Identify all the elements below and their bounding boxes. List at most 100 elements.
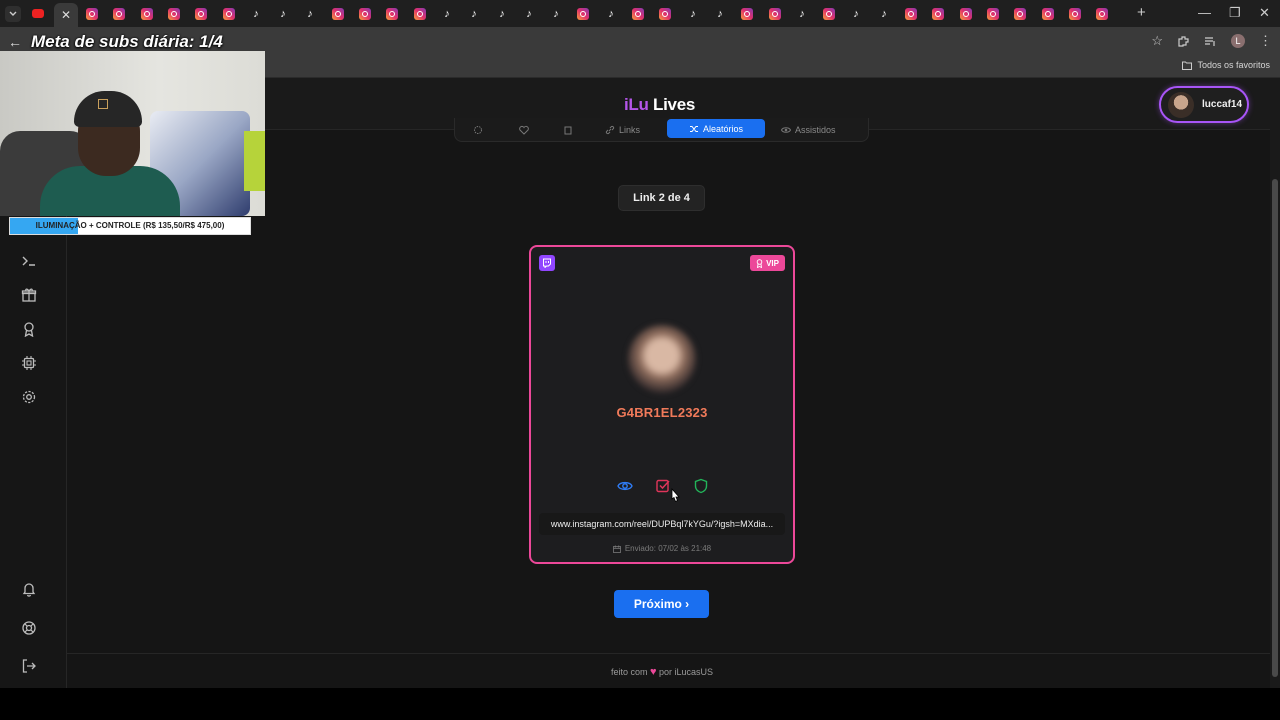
tab-settings[interactable]: [473, 122, 483, 137]
link-counter: Link 2 de 4: [618, 185, 705, 211]
tiktok-tab[interactable]: ♪: [250, 8, 262, 20]
tiktok-tab[interactable]: ♪: [468, 8, 480, 20]
instagram-tab[interactable]: [195, 8, 207, 20]
heart-icon: [519, 125, 529, 135]
cap-logo: [98, 99, 108, 109]
gear-icon: [474, 125, 482, 134]
footer-prefix: feito com: [610, 667, 648, 677]
tiktok-tab[interactable]: ♪: [687, 8, 699, 20]
tiktok-tab[interactable]: ♪: [714, 8, 726, 20]
twitch-icon: [539, 255, 555, 271]
all-bookmarks-folder[interactable]: Todos os favoritos: [1182, 60, 1270, 70]
tiktok-tab[interactable]: ♪: [496, 8, 508, 20]
back-arrow-icon[interactable]: ←: [8, 34, 22, 50]
instagram-tab[interactable]: [932, 8, 944, 20]
instagram-tab[interactable]: [86, 8, 98, 20]
close-window-icon[interactable]: ✕: [1259, 5, 1270, 21]
new-tab-button[interactable]: +: [1137, 5, 1146, 20]
instagram-tab[interactable]: [1096, 8, 1108, 20]
settings-gear-icon[interactable]: [21, 389, 37, 405]
user-menu-button[interactable]: luccaf14: [1159, 86, 1249, 123]
footer: feito com ♥ por iLucasUS: [67, 666, 1257, 678]
tab-list[interactable]: [563, 122, 573, 137]
clipboard-icon: [564, 126, 572, 134]
instagram-tab[interactable]: [823, 8, 835, 20]
minimize-icon[interactable]: —: [1198, 5, 1211, 20]
brand-lives: Lives: [653, 95, 696, 114]
instagram-tab[interactable]: [632, 8, 644, 20]
brand-logo[interactable]: iLu Lives: [624, 95, 695, 115]
media-control-icon[interactable]: [1204, 35, 1217, 48]
tiktok-tab[interactable]: ♪: [441, 8, 453, 20]
tiktok-tab[interactable]: ♪: [523, 8, 535, 20]
instagram-tab[interactable]: [741, 8, 753, 20]
youtube-tab[interactable]: [32, 9, 44, 18]
instagram-tab[interactable]: [223, 8, 235, 20]
sent-date: Enviado: 07/02 às 21:48: [531, 544, 793, 553]
instagram-tab[interactable]: [905, 8, 917, 20]
chevron-down-icon: [9, 11, 17, 16]
profile-avatar[interactable]: L: [1231, 34, 1245, 48]
gift-icon[interactable]: [21, 287, 37, 303]
award-icon[interactable]: [21, 321, 37, 337]
active-tab[interactable]: ✕: [54, 3, 78, 27]
tab-watched[interactable]: Assistidos: [781, 122, 836, 137]
close-tab-icon[interactable]: ✕: [61, 8, 71, 22]
sent-date-label: Enviado: 07/02 às 21:48: [624, 544, 712, 553]
instagram-tab[interactable]: [332, 8, 344, 20]
tab-favorites[interactable]: [519, 122, 529, 137]
shuffle-icon: [689, 125, 698, 132]
browser-menu-icon[interactable]: ⋮: [1259, 33, 1272, 49]
tiktok-tab[interactable]: ♪: [796, 8, 808, 20]
bell-icon[interactable]: [21, 581, 37, 597]
folder-icon: [1182, 61, 1193, 70]
submitted-link[interactable]: www.instagram.com/reel/DUPBql7kYGu/?igsh…: [539, 513, 785, 535]
instagram-tab[interactable]: [386, 8, 398, 20]
logout-icon[interactable]: [21, 658, 37, 674]
instagram-tab[interactable]: [414, 8, 426, 20]
instagram-tab[interactable]: [769, 8, 781, 20]
instagram-tab[interactable]: [141, 8, 153, 20]
tiktok-tab[interactable]: ♪: [605, 8, 617, 20]
instagram-tab[interactable]: [1069, 8, 1081, 20]
instagram-tab[interactable]: [960, 8, 972, 20]
instagram-tab[interactable]: [987, 8, 999, 20]
all-bookmarks-label: Todos os favoritos: [1197, 60, 1270, 70]
brand-ilu: iLu: [624, 95, 649, 114]
scrollbar-thumb[interactable]: [1272, 179, 1278, 677]
instagram-tab[interactable]: [577, 8, 589, 20]
tiktok-tab[interactable]: ♪: [277, 8, 289, 20]
instagram-tab[interactable]: [359, 8, 371, 20]
card-actions: [617, 478, 709, 494]
tab-links[interactable]: Links: [605, 122, 640, 137]
next-button[interactable]: Próximo ›: [614, 590, 709, 618]
user-name: luccaf14: [1202, 99, 1243, 110]
cpu-icon[interactable]: [21, 355, 37, 371]
tiktok-tab[interactable]: ♪: [850, 8, 862, 20]
footer-suffix: por iLucasUS: [659, 667, 714, 677]
star-bookmark-icon[interactable]: ☆: [1151, 33, 1163, 49]
restore-icon[interactable]: ❐: [1229, 5, 1241, 21]
tab-random[interactable]: Aleatórios: [667, 119, 765, 138]
instagram-tab[interactable]: [659, 8, 671, 20]
section-tabs: Links Aleatórios Assistidos: [454, 118, 869, 142]
tab-search-button[interactable]: [5, 6, 21, 22]
tiktok-tab[interactable]: ♪: [878, 8, 890, 20]
instagram-tab[interactable]: [1014, 8, 1026, 20]
view-eye-icon[interactable]: [617, 478, 633, 494]
sender-username: G4BR1EL2323: [616, 405, 708, 420]
instagram-tab[interactable]: [168, 8, 180, 20]
terminal-icon[interactable]: [21, 253, 37, 269]
donation-goal-text: ILUMINAÇÃO + CONTROLE (R$ 135,50/R$ 475,…: [35, 221, 225, 230]
extensions-icon[interactable]: [1177, 35, 1190, 48]
donation-goal-bar: ILUMINAÇÃO + CONTROLE (R$ 135,50/R$ 475,…: [9, 217, 251, 235]
footer-divider: [67, 653, 1272, 654]
page-scrollbar[interactable]: [1270, 78, 1280, 688]
shield-icon[interactable]: [693, 478, 709, 494]
instagram-tab[interactable]: [1042, 8, 1054, 20]
help-lifebuoy-icon[interactable]: [21, 620, 37, 636]
tiktok-tab[interactable]: ♪: [304, 8, 316, 20]
instagram-tab[interactable]: [113, 8, 125, 20]
tiktok-tab[interactable]: ♪: [550, 8, 562, 20]
calendar-icon: [612, 545, 621, 553]
